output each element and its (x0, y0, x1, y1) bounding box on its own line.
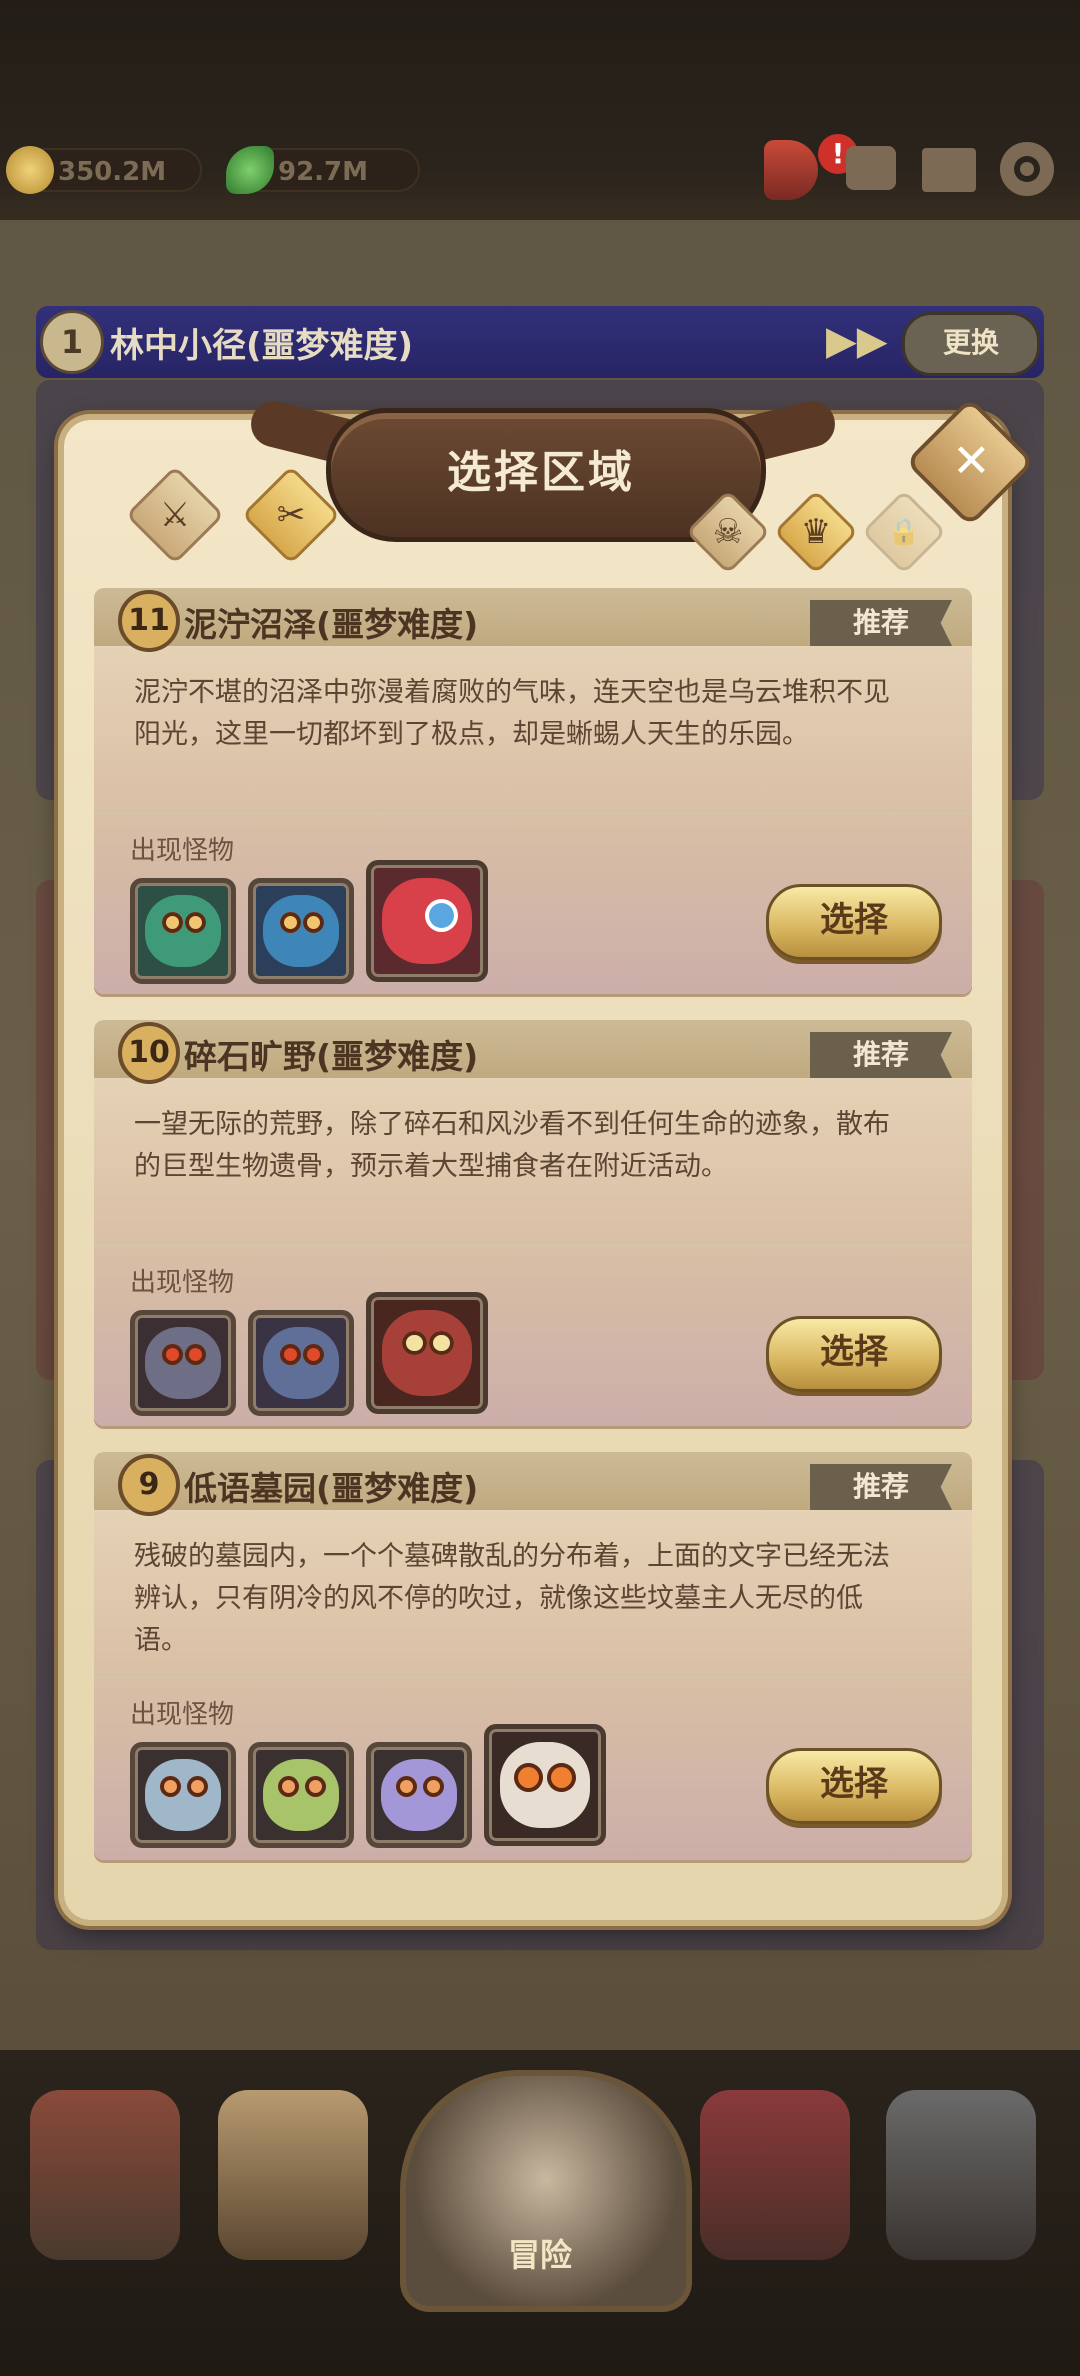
area-title: 泥泞沼泽(噩梦难度) (184, 605, 479, 644)
top-bar (0, 0, 1080, 240)
house-nav-icon[interactable] (30, 2090, 180, 2260)
area-description: 残破的墓园内，一个个墓碑散乱的分布着，上面的文字已经无法 辨认，只有阴冷的风不停… (134, 1536, 954, 1662)
recommended-tag: 推荐 (810, 600, 952, 646)
sword-tab-icon: ⚔ (159, 495, 191, 535)
panel-title: 选择区域 (447, 447, 635, 498)
demon-tab-icon: ♛ (800, 512, 832, 552)
area-description-line: 一望无际的荒野，除了碎石和风沙看不到任何生命的迹象，散布 (134, 1109, 890, 1140)
treasure-nav-icon[interactable] (700, 2090, 850, 2260)
chat-icon[interactable] (846, 146, 896, 190)
blue-skull-monster-icon[interactable] (130, 1742, 236, 1848)
area-number-badge: 11 (118, 590, 180, 652)
gem-counter[interactable]: 92.7M (226, 146, 420, 194)
coin-icon (6, 146, 54, 194)
area-description: 泥泞不堪的沼泽中弥漫着腐败的气味，连天空也是乌云堆积不见 阳光，这里一切都坏到了… (134, 672, 954, 756)
monster-label: 出现怪物 (130, 1268, 235, 1298)
green-lizard-monster-icon[interactable] (130, 878, 236, 984)
area-number-badge: 10 (118, 1022, 180, 1084)
coin-amount: 350.2M (58, 157, 167, 187)
select-button[interactable]: 选择 (766, 884, 942, 960)
card-divider (94, 1676, 972, 1679)
close-icon: ✕ (952, 433, 991, 488)
area-description-line: 语。 (134, 1625, 188, 1656)
forge-nav-icon[interactable] (886, 2090, 1036, 2260)
area-title: 低语墓园(噩梦难度) (184, 1469, 479, 1508)
adventure-nav-label: 冒险 (507, 2236, 572, 2274)
green-skull-monster-icon[interactable] (248, 1742, 354, 1848)
recommended-tag: 推荐 (810, 1032, 952, 1078)
gem-amount: 92.7M (278, 157, 369, 187)
area-number-badge: 9 (118, 1454, 180, 1516)
lock-tab-icon: 🔒 (887, 517, 921, 547)
fast-forward-icon[interactable]: ▶▶ (826, 318, 888, 364)
current-stage-title: 林中小径(噩梦难度) (110, 326, 414, 366)
blue-lizard-monster-icon[interactable] (248, 878, 354, 984)
gear-icon[interactable] (1000, 142, 1054, 196)
card-divider (94, 812, 972, 815)
coin-counter[interactable]: 350.2M (6, 146, 202, 194)
change-stage-button[interactable]: 更换 (902, 312, 1040, 376)
monster-label: 出现怪物 (130, 836, 235, 866)
select-button[interactable]: 选择 (766, 1748, 942, 1824)
blue-boar-monster-icon[interactable] (248, 1310, 354, 1416)
area-description-line: 阳光，这里一切都坏到了极点，却是蜥蜴人天生的乐园。 (134, 719, 809, 750)
red-dragon-boss-monster-icon[interactable] (366, 860, 488, 982)
red-boar-boss-monster-icon[interactable] (366, 1292, 488, 1414)
tavern-nav-icon[interactable] (218, 2090, 368, 2260)
monster-label: 出现怪物 (130, 1700, 235, 1730)
card-divider (94, 1244, 972, 1247)
skull-tab-icon: ☠ (712, 512, 744, 552)
grey-boar-monster-icon[interactable] (130, 1310, 236, 1416)
area-description-line: 辨认，只有阴冷的风不停的吹过，就像这些坟墓主人无尽的低 (134, 1583, 863, 1614)
purple-skull-monster-icon[interactable] (366, 1742, 472, 1848)
recommended-tag: 推荐 (810, 1464, 952, 1510)
mail-icon[interactable] (922, 148, 976, 192)
area-description-line: 泥泞不堪的沼泽中弥漫着腐败的气味，连天空也是乌云堆积不见 (134, 677, 890, 708)
area-title: 碎石旷野(噩梦难度) (184, 1037, 479, 1076)
area-description: 一望无际的荒野，除了碎石和风沙看不到任何生命的迹象，散布 的巨型生物遗骨，预示着… (134, 1104, 954, 1188)
select-button[interactable]: 选择 (766, 1316, 942, 1392)
current-stage-number: 1 (40, 310, 104, 374)
crowned-skull-boss-monster-icon[interactable] (484, 1724, 606, 1846)
area-description-line: 的巨型生物遗骨，预示着大型捕食者在附近活动。 (134, 1151, 728, 1182)
area-description-line: 残破的墓园内，一个个墓碑散乱的分布着，上面的文字已经无法 (134, 1541, 890, 1572)
crossed-swords-tab-icon: ✂ (276, 495, 306, 535)
